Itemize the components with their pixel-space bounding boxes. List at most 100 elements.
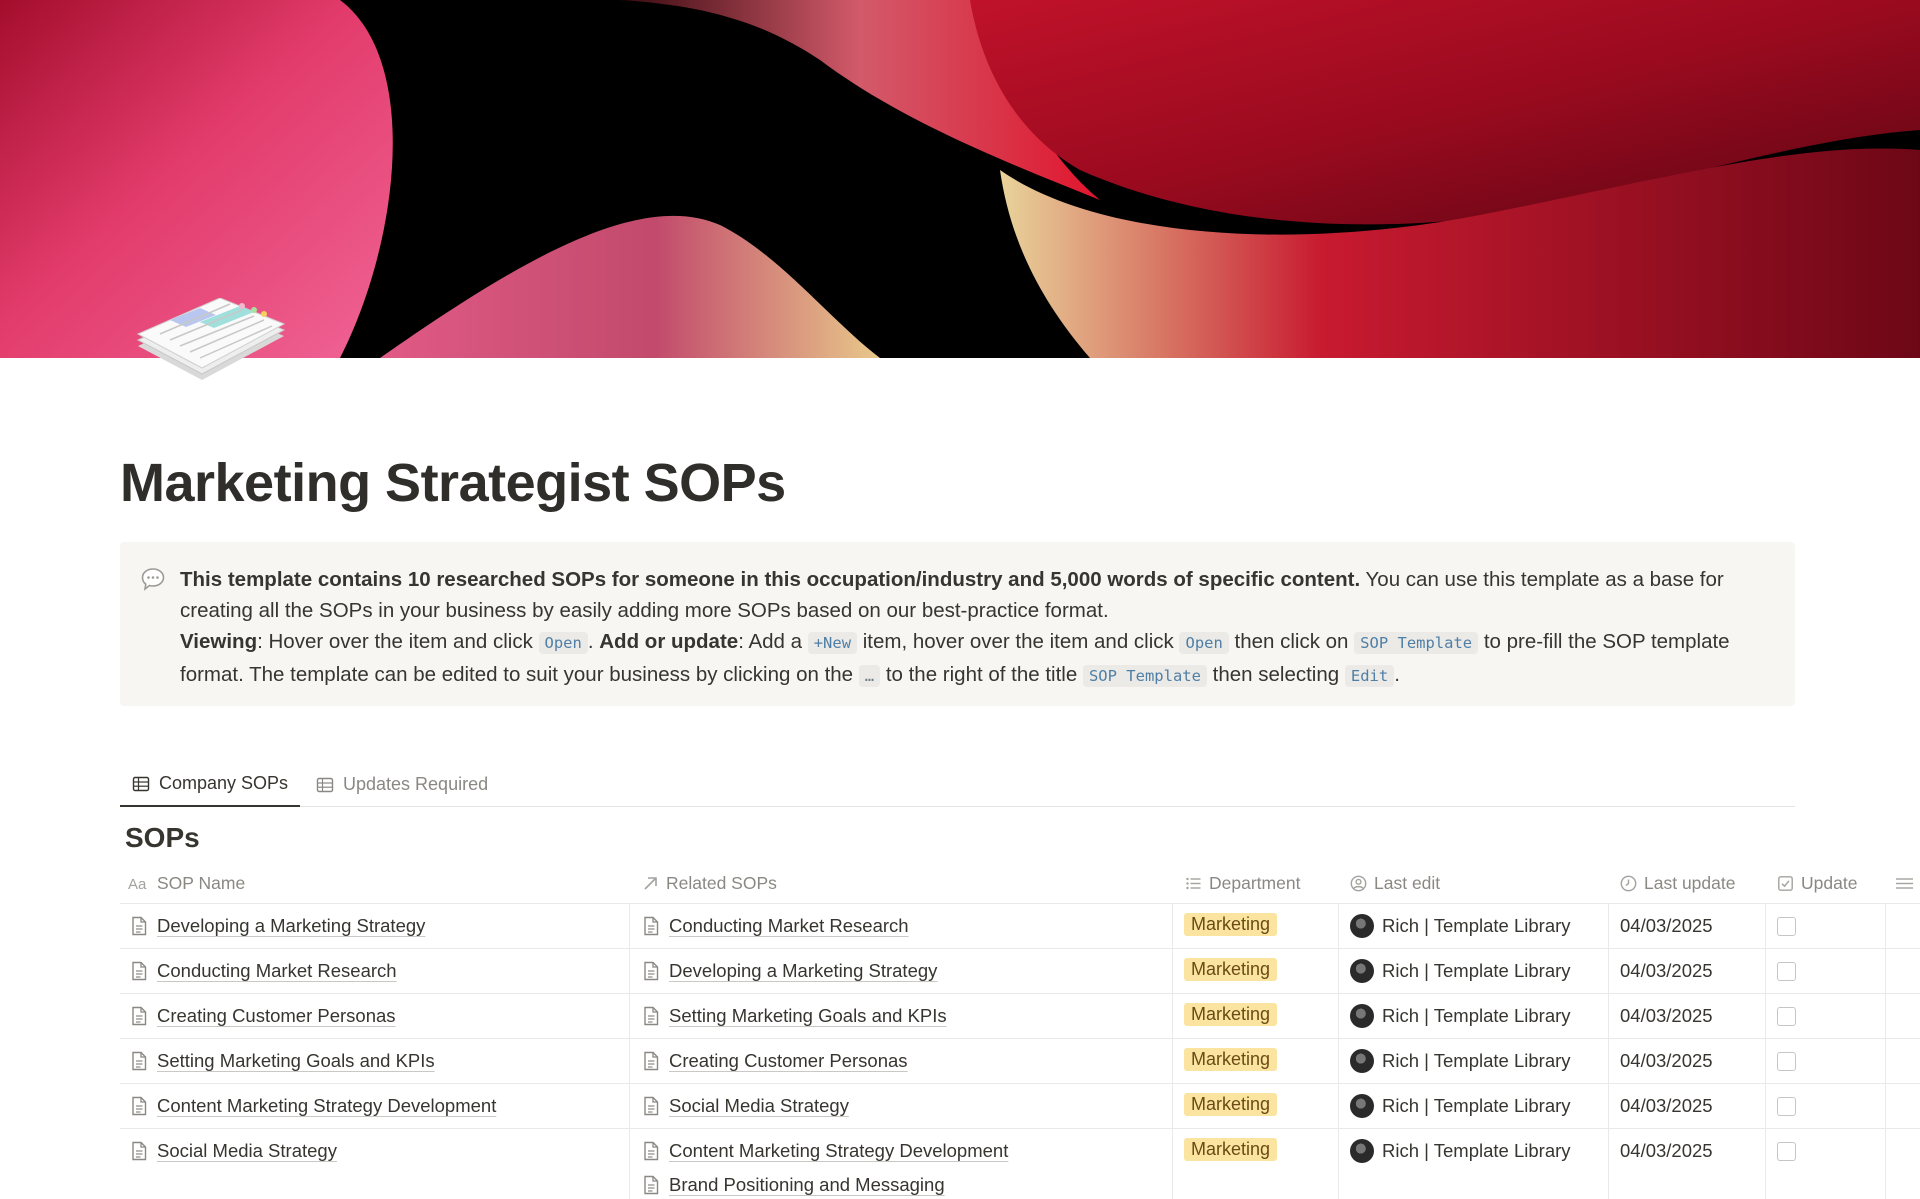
document-stack-icon[interactable] bbox=[130, 297, 290, 388]
callout-text-segment: : Add a bbox=[738, 630, 808, 653]
table-row[interactable]: Conducting Market Research Developing a M… bbox=[120, 949, 1920, 994]
table-row[interactable]: Setting Marketing Goals and KPIs Creating… bbox=[120, 1039, 1920, 1084]
last-edited-by: Rich | Template Library bbox=[1350, 994, 1571, 1038]
related-sop-link[interactable]: Conducting Market Research bbox=[642, 909, 909, 943]
update-cell[interactable] bbox=[1777, 904, 1796, 936]
column-label: Last edit bbox=[1374, 872, 1441, 893]
related-sop-link[interactable]: Developing a Marketing Strategy bbox=[642, 954, 937, 988]
callout-text-segment: to the right of the title bbox=[880, 663, 1083, 686]
tab-company-sops[interactable]: Company SOPs bbox=[120, 762, 301, 807]
update-cell[interactable] bbox=[1777, 1129, 1796, 1161]
column-header-department[interactable]: Department bbox=[1185, 862, 1300, 904]
more-columns-icon[interactable] bbox=[1896, 862, 1913, 904]
column-divider bbox=[1608, 1084, 1609, 1128]
related-sops-cell[interactable]: Creating Customer Personas bbox=[642, 1039, 908, 1078]
update-cell[interactable] bbox=[1777, 1084, 1796, 1116]
page-icon bbox=[644, 1096, 659, 1116]
page-icon bbox=[132, 1096, 147, 1116]
column-divider bbox=[1765, 994, 1766, 1038]
update-checkbox[interactable] bbox=[1777, 1142, 1796, 1161]
page-icon bbox=[644, 961, 659, 981]
instructions-callout: This template contains 10 researched SOP… bbox=[120, 542, 1795, 706]
department-cell[interactable]: Marketing bbox=[1184, 994, 1278, 1026]
department-cell[interactable]: Marketing bbox=[1184, 904, 1278, 936]
department-cell[interactable]: Marketing bbox=[1184, 1129, 1278, 1161]
related-sop-link[interactable]: Setting Marketing Goals and KPIs bbox=[642, 999, 947, 1033]
table-row[interactable]: Content Marketing Strategy Development So… bbox=[120, 1084, 1920, 1129]
code-edit: Edit bbox=[1344, 665, 1395, 687]
related-sop-link[interactable]: Brand Positioning and Messaging bbox=[642, 1168, 945, 1199]
table-row[interactable]: Social Media Strategy Content Marketing S… bbox=[120, 1129, 1920, 1199]
related-sop-link[interactable]: Social Media Strategy bbox=[642, 1089, 849, 1123]
table-row[interactable]: Creating Customer Personas Setting Market… bbox=[120, 994, 1920, 1039]
column-header-related-sops[interactable]: Related SOPs bbox=[642, 862, 777, 904]
avatar bbox=[1350, 914, 1374, 938]
sops-table: Aa SOP Name Related SOPs Department Last… bbox=[120, 862, 1920, 1199]
code-new: +New bbox=[807, 632, 858, 654]
update-checkbox[interactable] bbox=[1777, 962, 1796, 981]
update-checkbox[interactable] bbox=[1777, 1097, 1796, 1116]
sop-page-link[interactable]: Creating Customer Personas bbox=[130, 994, 396, 1038]
sop-page-link[interactable]: Setting Marketing Goals and KPIs bbox=[130, 1039, 435, 1083]
sop-page-link[interactable]: Developing a Marketing Strategy bbox=[130, 904, 425, 948]
update-checkbox[interactable] bbox=[1777, 1052, 1796, 1071]
department-tag: Marketing bbox=[1184, 1093, 1278, 1116]
sop-page-link[interactable]: Conducting Market Research bbox=[130, 949, 397, 993]
sop-page-link[interactable]: Content Marketing Strategy Development bbox=[130, 1084, 496, 1128]
update-checkbox[interactable] bbox=[1777, 1007, 1796, 1026]
column-divider bbox=[1172, 994, 1173, 1038]
column-divider bbox=[1338, 1084, 1339, 1128]
sop-name-cell[interactable]: Developing a Marketing Strategy bbox=[130, 904, 425, 948]
column-divider bbox=[629, 1039, 630, 1083]
column-divider bbox=[1338, 994, 1339, 1038]
column-header-update[interactable]: Update bbox=[1777, 862, 1857, 904]
related-sops-cell[interactable]: Content Marketing Strategy Development Br… bbox=[642, 1129, 1008, 1199]
page-icon bbox=[132, 1006, 147, 1026]
department-cell[interactable]: Marketing bbox=[1184, 1039, 1278, 1071]
code-sop-template: SOP Template bbox=[1082, 665, 1207, 687]
sop-name-cell[interactable]: Social Media Strategy bbox=[130, 1129, 337, 1173]
last-edit-cell: Rich | Template Library bbox=[1350, 1129, 1571, 1173]
last-edit-cell: Rich | Template Library bbox=[1350, 1039, 1571, 1083]
column-header-last-edit[interactable]: Last edit bbox=[1350, 862, 1440, 904]
column-header-last-update[interactable]: Last update bbox=[1620, 862, 1735, 904]
update-cell[interactable] bbox=[1777, 1039, 1796, 1071]
last-edit-cell: Rich | Template Library bbox=[1350, 904, 1571, 948]
speech-bubble-icon[interactable] bbox=[140, 566, 166, 592]
sop-name: Setting Marketing Goals and KPIs bbox=[157, 1050, 435, 1071]
table-row[interactable]: Developing a Marketing Strategy Conductin… bbox=[120, 904, 1920, 949]
last-edit-cell: Rich | Template Library bbox=[1350, 949, 1571, 993]
last-update-cell: 04/03/2025 bbox=[1620, 1129, 1713, 1173]
viewing-label: Viewing bbox=[180, 630, 258, 653]
last-update-cell: 04/03/2025 bbox=[1620, 1039, 1713, 1083]
sop-name-cell[interactable]: Conducting Market Research bbox=[130, 949, 397, 993]
related-sops-cell[interactable]: Social Media Strategy bbox=[642, 1084, 849, 1123]
database-title[interactable]: SOPs bbox=[125, 822, 200, 854]
column-divider bbox=[629, 994, 630, 1038]
page-icon bbox=[644, 1051, 659, 1071]
related-sops-cell[interactable]: Conducting Market Research bbox=[642, 904, 909, 943]
related-sops-cell[interactable]: Developing a Marketing Strategy bbox=[642, 949, 937, 988]
sop-page-link[interactable]: Social Media Strategy bbox=[130, 1129, 337, 1173]
department-cell[interactable]: Marketing bbox=[1184, 949, 1278, 981]
department-cell[interactable]: Marketing bbox=[1184, 1084, 1278, 1116]
sop-name-cell[interactable]: Setting Marketing Goals and KPIs bbox=[130, 1039, 435, 1083]
update-checkbox[interactable] bbox=[1777, 917, 1796, 936]
update-cell[interactable] bbox=[1777, 994, 1796, 1026]
related-sop-link[interactable]: Creating Customer Personas bbox=[642, 1044, 908, 1078]
tab-updates-required[interactable]: Updates Required bbox=[304, 762, 500, 807]
update-cell[interactable] bbox=[1777, 949, 1796, 981]
column-header-sop-name[interactable]: Aa SOP Name bbox=[128, 862, 245, 904]
database-view-tabs: Company SOPs Updates Required bbox=[120, 762, 1795, 807]
column-divider bbox=[1338, 949, 1339, 993]
related-sop-title: Creating Customer Personas bbox=[669, 1050, 908, 1071]
column-divider bbox=[1885, 1039, 1886, 1083]
related-sop-link[interactable]: Content Marketing Strategy Development bbox=[642, 1134, 1008, 1168]
sop-name-cell[interactable]: Content Marketing Strategy Development bbox=[130, 1084, 496, 1128]
column-divider bbox=[1338, 1129, 1339, 1199]
page-title[interactable]: Marketing Strategist SOPs bbox=[120, 452, 786, 514]
related-sops-cell[interactable]: Setting Marketing Goals and KPIs bbox=[642, 994, 947, 1033]
svg-text:Aa: Aa bbox=[128, 876, 147, 892]
sop-name-cell[interactable]: Creating Customer Personas bbox=[130, 994, 396, 1038]
last-edited-by: Rich | Template Library bbox=[1350, 1039, 1571, 1083]
